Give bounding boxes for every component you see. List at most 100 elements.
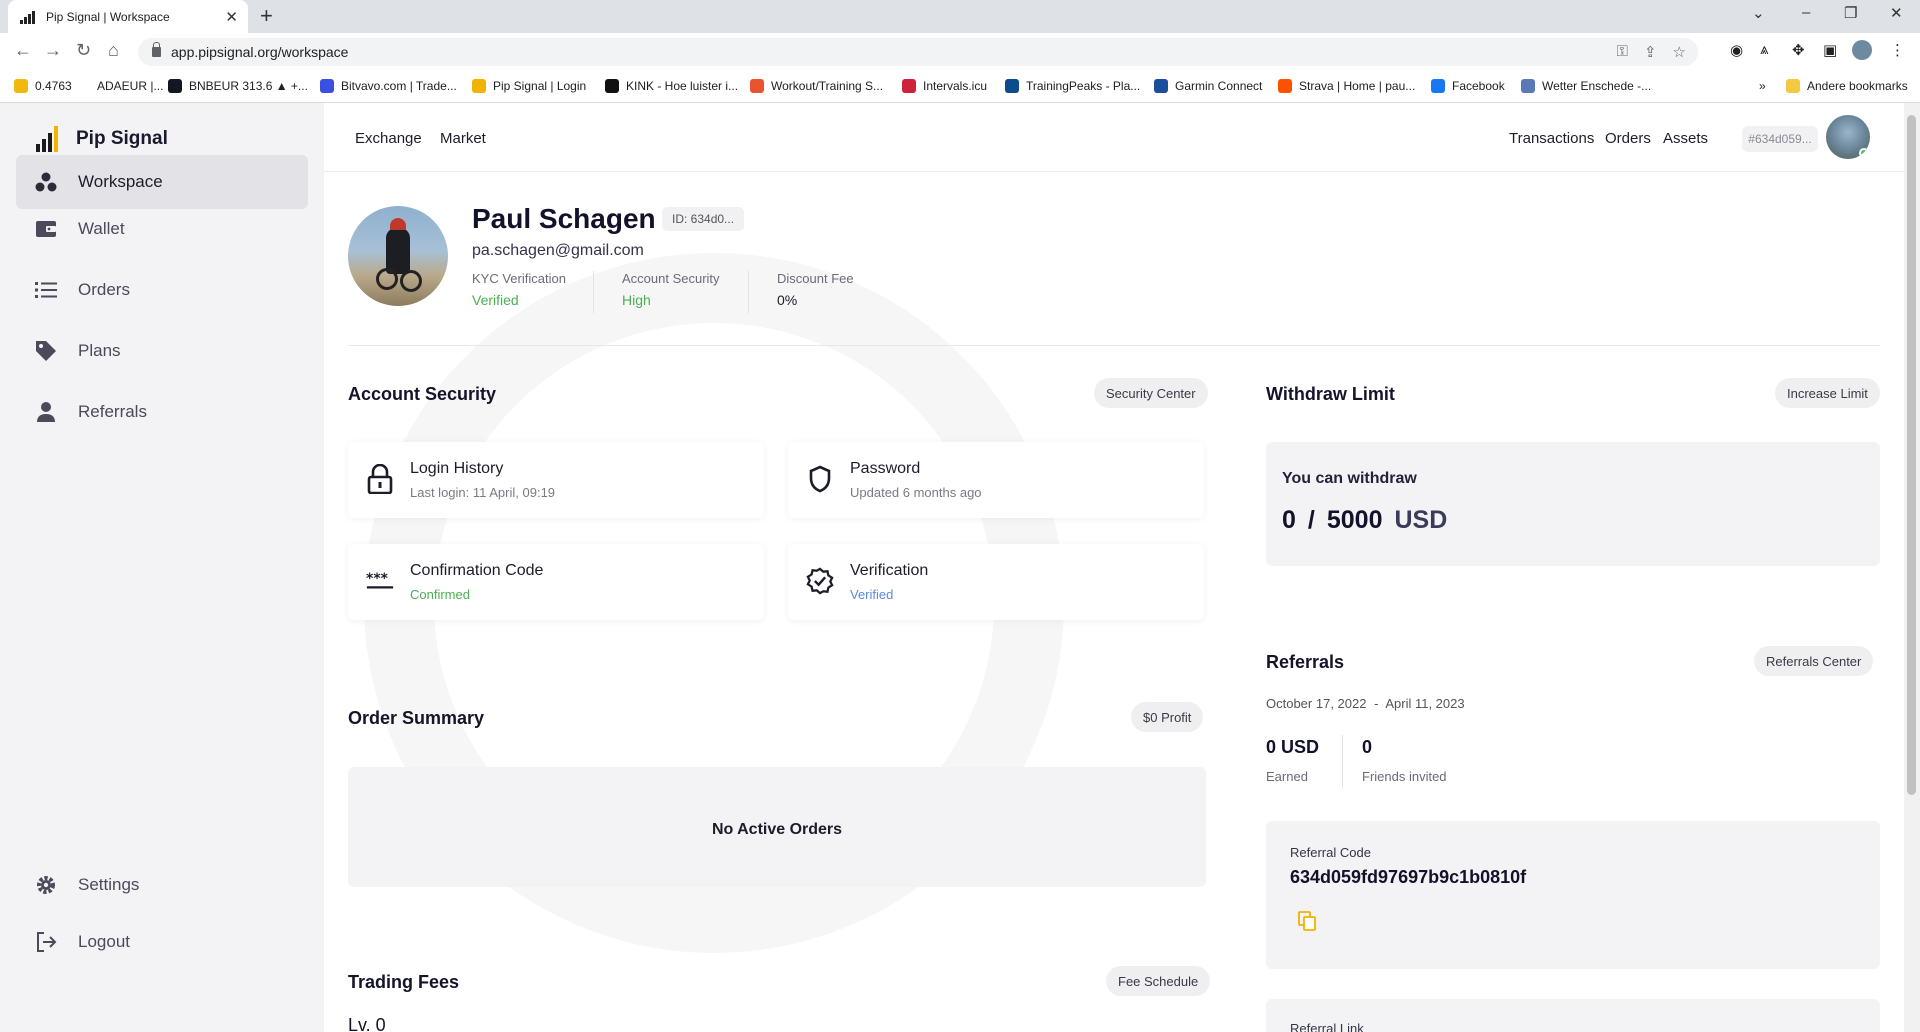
bookmark-favicon-icon [1431, 79, 1445, 93]
restore-icon[interactable]: ❐ [1844, 4, 1857, 22]
stat-value: High [622, 292, 651, 308]
user-id-badge[interactable]: #634d059... [1742, 126, 1818, 152]
card-title: Confirmation Code [410, 562, 544, 579]
bookmark-item[interactable]: Facebook [1431, 79, 1505, 93]
increase-limit-button[interactable]: Increase Limit [1775, 378, 1880, 408]
login-history-card[interactable]: Login History Last login: 11 April, 09:1… [348, 442, 764, 518]
confirmation-code-card[interactable]: *** Confirmation Code Confirmed [348, 544, 764, 620]
cyclist-figure [386, 218, 410, 274]
pipsignal-favicon [20, 10, 36, 24]
bookmark-item[interactable]: 0.4763 [14, 79, 72, 93]
withdraw-amount: 0 / 5000 USD [1282, 506, 1447, 535]
profile-id-badge[interactable]: ID: 634d0... [662, 207, 745, 231]
online-status-dot [1859, 148, 1869, 158]
sidebar-item-wallet[interactable]: Wallet [16, 202, 308, 256]
stat-divider [593, 271, 594, 313]
user-avatar[interactable] [1826, 115, 1870, 159]
bookmark-item[interactable]: Wetter Enschede -... [1521, 79, 1651, 93]
trading-fees-title: Trading Fees [348, 972, 460, 992]
side-panel-icon[interactable]: ▣ [1823, 41, 1837, 59]
url-field[interactable]: app.pipsignal.org/workspace ⚿ ⇪ ☆ [138, 38, 1698, 66]
bookmark-favicon-icon [320, 79, 334, 93]
password-card[interactable]: Password Updated 6 months ago [788, 442, 1204, 518]
profile-avatar-icon[interactable] [1852, 40, 1872, 60]
date-to: April 11, 2023 [1385, 696, 1465, 711]
other-bookmarks[interactable]: Andere bookmarks [1786, 79, 1908, 93]
copy-icon[interactable] [1298, 911, 1316, 931]
nav-market[interactable]: Market [440, 130, 486, 147]
sidebar-item-label: Referrals [78, 402, 147, 421]
shield-icon [806, 464, 834, 494]
earned-value: 0 USD [1266, 737, 1320, 757]
sidebar-item-referrals[interactable]: Referrals [16, 385, 308, 439]
referral-code-panel: Referral Code 634d059fd97697b9c1b0810f [1266, 821, 1880, 969]
nav-orders[interactable]: Orders [1605, 130, 1651, 147]
sidebar-item-logout[interactable]: Logout [16, 915, 308, 969]
profit-button[interactable]: $0 Profit [1131, 702, 1204, 732]
new-tab-icon[interactable]: + [260, 3, 273, 29]
bookmark-label: Intervals.icu [923, 79, 988, 93]
brand-logo[interactable]: Pip Signal [36, 126, 168, 152]
bookmark-item[interactable]: Pip Signal | Login [472, 79, 586, 93]
bookmark-star-icon[interactable]: ☆ [1673, 43, 1686, 61]
reload-icon[interactable]: ↻ [76, 40, 91, 61]
lock-icon[interactable] [152, 42, 161, 57]
sidebar-item-orders[interactable]: Orders [16, 263, 308, 317]
key-icon[interactable]: ⚿ [1617, 43, 1628, 61]
card-title: Login History [410, 460, 504, 477]
bookmark-item[interactable]: Workout/Training S... [750, 79, 883, 93]
extension-2-icon[interactable]: ⩓ [1760, 41, 1768, 58]
referrals-center-button[interactable]: Referrals Center [1754, 646, 1874, 676]
sidebar-item-workspace[interactable]: Workspace [16, 155, 308, 209]
nav-exchange[interactable]: Exchange [355, 130, 422, 147]
bookmark-item[interactable]: KINK - Hoe luister i... [605, 79, 738, 93]
bookmark-item[interactable]: Garmin Connect [1154, 79, 1262, 93]
card-subtitle: Verified [850, 587, 894, 602]
friends-invited-label: Friends invited [1362, 769, 1447, 784]
referral-date-range: October 17, 2022 - April 11, 2023 [1266, 696, 1465, 711]
bookmark-favicon-icon [1278, 79, 1292, 93]
extension-icon[interactable]: ◉ [1730, 41, 1743, 59]
no-active-orders-text: No Active Orders [711, 821, 843, 838]
browser-tabstrip: Pip Signal | Workspace ✕ + ⌄ – ❐ ✕ [0, 0, 1920, 33]
share-icon[interactable]: ⇪ [1644, 43, 1657, 61]
bookmark-item[interactable]: Strava | Home | pau... [1278, 79, 1415, 93]
order-summary-panel: No Active Orders [348, 767, 1206, 887]
card-subtitle: Confirmed [410, 587, 470, 602]
back-icon[interactable]: ← [14, 40, 32, 61]
scrollbar-thumb[interactable] [1907, 115, 1916, 795]
fee-schedule-button[interactable]: Fee Schedule [1106, 966, 1211, 996]
bookmark-item[interactable]: BNBEUR 313.6 ▲ +... [168, 79, 308, 93]
browser-tab[interactable]: Pip Signal | Workspace ✕ [8, 0, 248, 33]
bookmark-label: ADAEUR |... [97, 79, 164, 93]
bookmarks-overflow-icon[interactable]: » [1759, 79, 1766, 93]
verification-card[interactable]: Verification Verified [788, 544, 1204, 620]
bookmark-item[interactable]: Intervals.icu [902, 79, 987, 93]
tab-close-icon[interactable]: ✕ [225, 8, 238, 26]
page-scrollbar[interactable] [1904, 103, 1920, 1032]
minimize-icon[interactable]: – [1802, 4, 1810, 21]
home-icon[interactable]: ⌂ [108, 40, 119, 61]
bookmark-label: KINK - Hoe luister i... [626, 79, 739, 93]
sidebar-item-plans[interactable]: Plans [16, 324, 308, 378]
bookmark-label: Pip Signal | Login [493, 79, 587, 93]
bookmark-item[interactable]: ADAEUR |... [90, 79, 163, 93]
sidebar-item-settings[interactable]: Settings [16, 858, 308, 912]
topnav-divider [324, 171, 1904, 172]
padlock-icon [366, 464, 394, 494]
puzzle-icon[interactable]: ✥ [1792, 41, 1805, 59]
bookmark-item[interactable]: TrainingPeaks - Pla... [1005, 79, 1140, 93]
bookmark-favicon-icon [1154, 79, 1168, 93]
signal-bars-icon [36, 126, 62, 152]
menu-kebab-icon[interactable]: ⋮ [1890, 41, 1905, 59]
tab-search-chevron-icon[interactable]: ⌄ [1752, 4, 1765, 22]
forward-icon[interactable]: → [44, 40, 62, 61]
sidebar-item-label: Logout [78, 932, 130, 951]
bookmark-item[interactable]: Bitvavo.com | Trade... [320, 79, 457, 93]
referral-link-label: Referral Link [1290, 1021, 1364, 1032]
security-center-button[interactable]: Security Center [1094, 378, 1208, 408]
nav-transactions[interactable]: Transactions [1509, 130, 1594, 147]
friends-invited-value: 0 [1362, 737, 1373, 757]
nav-assets[interactable]: Assets [1663, 130, 1708, 147]
window-close-icon[interactable]: ✕ [1890, 4, 1903, 22]
